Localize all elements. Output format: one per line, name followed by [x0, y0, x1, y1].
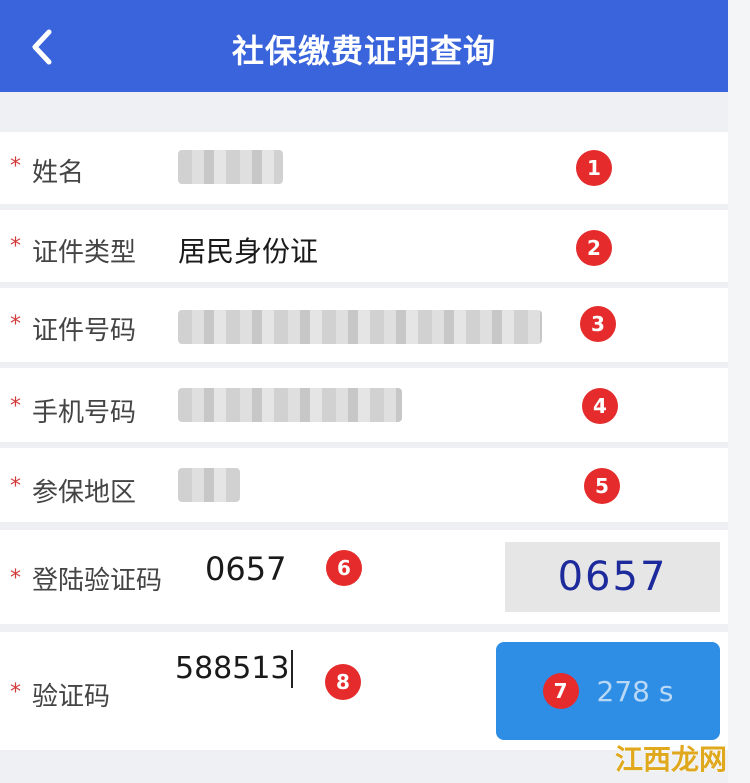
region-label: 参保地区	[32, 478, 137, 508]
required-mark: *	[10, 154, 21, 179]
id-type-value[interactable]: 居民身份证	[178, 230, 318, 270]
required-mark: *	[10, 312, 21, 337]
login-captcha-input[interactable]: 0657	[205, 550, 286, 588]
step-badge-7: 7	[542, 673, 579, 709]
sms-code-label: 验证码	[32, 682, 111, 712]
required-mark: *	[10, 234, 21, 259]
phone-label: 手机号码	[32, 398, 137, 428]
id-type-label: 证件类型	[32, 238, 137, 268]
page-title: 社保缴费证明查询	[231, 32, 496, 70]
id-number-label: 证件号码	[32, 316, 137, 346]
form-row-phone: * 手机号码 4	[0, 368, 728, 442]
header-bar: 社保缴费证明查询	[0, 0, 728, 92]
phone-field-blurred[interactable]	[178, 388, 402, 422]
name-label: 姓名	[32, 158, 85, 188]
required-mark: *	[10, 394, 21, 419]
required-mark: *	[10, 680, 21, 705]
step-badge-4: 4	[582, 388, 618, 424]
step-badge-6: 6	[326, 550, 362, 586]
step-badge-1: 1	[576, 150, 612, 186]
name-field-blurred[interactable]	[178, 150, 283, 184]
login-captcha-label: 登陆验证码	[32, 566, 163, 596]
step-badge-5: 5	[584, 468, 620, 504]
step-badge-3: 3	[580, 306, 616, 342]
sms-code-input[interactable]	[175, 648, 295, 688]
captcha-image[interactable]: 0657	[505, 542, 720, 612]
watermark: 江西龙网	[615, 743, 728, 776]
form-row-region: * 参保地区 5	[0, 448, 728, 522]
right-edge-strip	[728, 0, 750, 783]
text-cursor	[291, 650, 293, 688]
required-mark: *	[10, 474, 21, 499]
required-mark: *	[10, 566, 21, 591]
countdown-label: 278 s	[596, 674, 674, 708]
form-row-name: * 姓名 1	[0, 132, 728, 204]
id-number-field-blurred[interactable]	[178, 310, 542, 344]
step-badge-2: 2	[576, 230, 612, 266]
region-field-blurred[interactable]	[178, 468, 240, 502]
form-row-id-number: * 证件号码 3	[0, 288, 728, 362]
send-code-countdown-button[interactable]: 7 278 s	[496, 642, 720, 740]
form-row-id-type: * 证件类型 居民身份证 2	[0, 210, 728, 282]
step-badge-8: 8	[325, 664, 361, 700]
